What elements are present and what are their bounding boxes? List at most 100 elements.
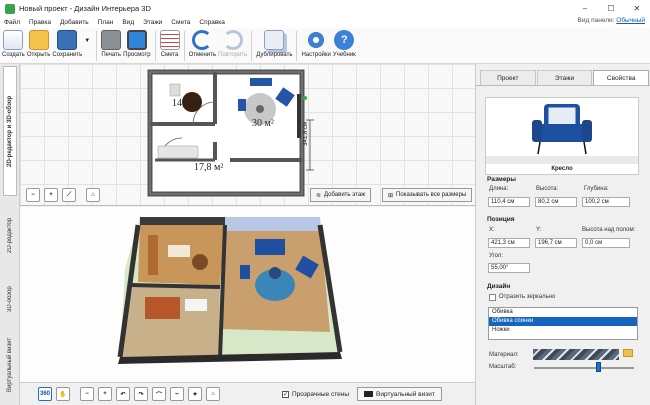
angle-input[interactable]: 55,00° (488, 263, 530, 273)
save-button[interactable]: Сохранить (52, 28, 82, 58)
tilt-up-icon[interactable]: ⌒ (152, 387, 166, 401)
light-bulb-icon[interactable]: ✦ (188, 387, 202, 401)
menu-help[interactable]: Справка (199, 19, 225, 26)
menu-file[interactable]: Файл (4, 19, 20, 26)
create-button[interactable]: Создать (2, 28, 25, 58)
elevation-input[interactable]: 0,0 см (582, 238, 630, 248)
menu-estimate[interactable]: Смета (171, 19, 190, 26)
material-swatch[interactable] (533, 349, 619, 360)
depth-input[interactable]: 100,2 см (582, 197, 630, 207)
menu-plan[interactable]: План (98, 19, 114, 26)
preview-label: Просмотр (123, 52, 151, 58)
height-input[interactable]: 80,2 см (535, 197, 577, 207)
maximize-button[interactable]: ☐ (598, 0, 624, 17)
layers-icon: ≋ (316, 192, 322, 199)
tab-2d-editor[interactable]: 2D-редактор (3, 200, 17, 270)
scale-label: Масштаб: (489, 364, 517, 370)
open-button[interactable]: Открыть (26, 28, 51, 58)
add-floor-label: Добавить этаж (324, 192, 366, 198)
home-icon[interactable]: ⌂ (86, 188, 100, 202)
undo-icon (192, 30, 213, 50)
panel-view-value[interactable]: Обычный (616, 17, 645, 24)
menu-edit[interactable]: Правка (29, 19, 51, 26)
scale-slider-track[interactable] (534, 367, 634, 369)
menu-add[interactable]: Добавить (60, 19, 89, 26)
zoom-out-3d-icon[interactable]: − (80, 387, 94, 401)
camera-icon (364, 391, 373, 397)
tab-floors[interactable]: Этажи (536, 70, 593, 85)
depth-label: Глубина: (584, 186, 609, 192)
tab-virtual-visit[interactable]: Виртуальный визит (3, 328, 17, 402)
pan-hand-icon[interactable]: ✋ (56, 387, 70, 401)
zoom-out-icon[interactable]: − (26, 188, 40, 202)
toolbar-separator (183, 31, 185, 61)
floor-plan-drawing[interactable] (20, 64, 475, 206)
rotate-left-icon[interactable]: ↶ (116, 387, 130, 401)
duplicate-button[interactable]: Дублировать (256, 28, 292, 58)
tutorial-label: Учебник (332, 52, 356, 58)
transparent-walls-checkbox[interactable]: ✓ (282, 390, 289, 398)
right-tabs: Проект Этажи Свойства (476, 64, 650, 86)
room2-area-label: 30 м² (252, 118, 274, 129)
view-3d-toolbar: 360 ✋ − + ↶ ↷ ⌒ ⌣ ✦ ⌂ ✓ Прозрачные стены… (20, 382, 475, 405)
title-bar: Новый проект - Дизайн Интерьера 3D – ☐ ✕ (0, 0, 650, 17)
window-title: Новый проект - Дизайн Интерьера 3D (19, 4, 151, 13)
view-3d[interactable] (20, 207, 475, 382)
length-label: Длина: (489, 186, 509, 192)
toolbar-separator (296, 31, 298, 61)
panel-view-selector[interactable]: Вид панели: Обычный (578, 17, 645, 24)
zoom-in-3d-icon[interactable]: + (98, 387, 112, 401)
plan-2d-view[interactable]: 14,2 м² 30 м² 17,8 м² 341,8 см − + ⟋ ⌂ ≋… (20, 64, 475, 206)
mirror-checkbox[interactable] (489, 294, 496, 301)
mirror-label: Отразить зеркально (499, 294, 556, 300)
scale-slider-thumb[interactable] (596, 362, 601, 372)
minimize-button[interactable]: – (572, 0, 598, 17)
position-section-title: Позиция (487, 216, 515, 223)
x-input[interactable]: 421,3 см (488, 238, 530, 248)
list-item[interactable]: Ножки (489, 326, 637, 335)
estimate-button[interactable]: Смета (159, 28, 180, 58)
tab-project[interactable]: Проект (480, 70, 536, 85)
add-floor-button[interactable]: ≋ Добавить этаж (310, 188, 372, 202)
material-parts-list[interactable]: Обивка Обивка спинки Ножки (488, 307, 638, 340)
rotate-right-icon[interactable]: ↷ (134, 387, 148, 401)
gear-icon (306, 30, 327, 50)
undo-label: Отменить (188, 52, 216, 58)
armchair-preview-image (486, 104, 638, 164)
preview-button[interactable]: Просмотр (123, 28, 151, 58)
undo-button[interactable]: Отменить (189, 28, 216, 58)
save-label: Сохранить (52, 52, 83, 58)
list-item-selected[interactable]: Обивка спинки (489, 317, 637, 326)
rotate-360-icon[interactable]: 360 (38, 387, 52, 401)
list-item[interactable]: Обивка (489, 308, 637, 317)
settings-button[interactable]: Настройки (301, 28, 331, 58)
tilt-down-icon[interactable]: ⌣ (170, 387, 184, 401)
tab-properties[interactable]: Свойства (593, 70, 650, 85)
house-3d-render[interactable] (20, 207, 475, 382)
tab-2d-3d[interactable]: 2D-редактор и 3D-обзор (3, 66, 17, 196)
tutorial-button[interactable]: ? Учебник (333, 28, 356, 58)
estimate-icon (159, 30, 180, 50)
y-input[interactable]: 196,7 см (535, 238, 577, 248)
show-dimensions-button[interactable]: ⊞ Показывать все размеры (382, 188, 473, 202)
home-3d-icon[interactable]: ⌂ (206, 387, 220, 401)
zoom-in-icon[interactable]: + (44, 188, 58, 202)
room3-area-label: 17,8 м² (194, 162, 224, 173)
length-input[interactable]: 110,4 см (488, 197, 530, 207)
virtual-visit-button[interactable]: Виртуальный визит (357, 387, 442, 401)
menu-view[interactable]: Вид (122, 19, 134, 26)
open-label: Открыть (26, 52, 51, 58)
toolbar-separator (154, 31, 156, 61)
folder-icon[interactable] (623, 349, 633, 357)
close-button[interactable]: ✕ (624, 0, 650, 17)
room1-area-label: 14,2 м² (172, 98, 202, 109)
duplicate-icon (264, 30, 285, 50)
ruler-icon[interactable]: ⟋ (62, 188, 76, 202)
print-button[interactable]: Печать (101, 28, 122, 58)
toolbar: Создать Открыть Сохранить ▼ Печать Просм… (0, 28, 650, 64)
redo-button[interactable]: Повторить (218, 28, 247, 58)
save-dropdown-arrow[interactable]: ▼ (84, 38, 90, 44)
menu-floors[interactable]: Этажи (143, 19, 162, 26)
printer-icon (101, 30, 122, 50)
tab-3d-view[interactable]: 3D-обзор (3, 274, 17, 324)
